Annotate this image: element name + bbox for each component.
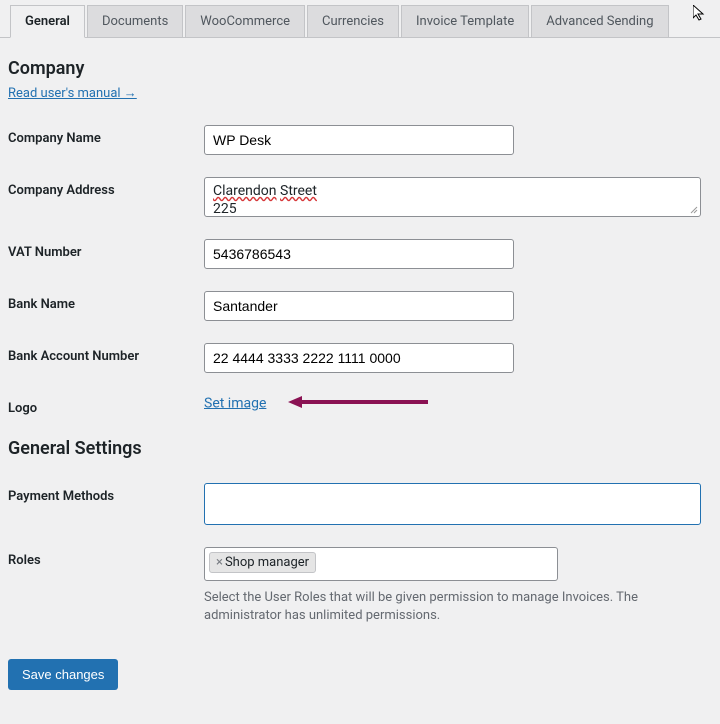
tab-invoice-template[interactable]: Invoice Template (401, 5, 529, 37)
role-tag: ×Shop manager (209, 552, 316, 573)
content-area: Company Read user's manual → Company Nam… (0, 38, 720, 698)
set-image-link[interactable]: Set image (204, 395, 266, 411)
textarea-company-address[interactable]: Clarendon Street 225 (204, 177, 701, 217)
label-vat-number: VAT Number (8, 239, 204, 260)
select-roles[interactable]: ×Shop manager (204, 547, 558, 581)
tab-woocommerce[interactable]: WooCommerce (185, 5, 305, 37)
input-vat-number[interactable] (204, 239, 514, 269)
arrow-annotation-icon (288, 395, 428, 413)
resize-handle-icon[interactable] (689, 205, 699, 215)
roles-description: Select the User Roles that will be given… (204, 589, 704, 625)
tab-advanced-sending[interactable]: Advanced Sending (531, 5, 668, 37)
label-logo: Logo (8, 395, 204, 416)
section-company-heading: Company (8, 58, 712, 79)
label-bank-account-number: Bank Account Number (8, 343, 204, 364)
tab-currencies[interactable]: Currencies (307, 5, 399, 37)
label-payment-methods: Payment Methods (8, 483, 204, 504)
select-payment-methods[interactable] (204, 483, 701, 525)
remove-role-icon[interactable]: × (216, 555, 223, 570)
tab-documents[interactable]: Documents (87, 5, 183, 37)
label-company-address: Company Address (8, 177, 204, 198)
input-bank-account-number[interactable] (204, 343, 514, 373)
tabs-nav: General Documents WooCommerce Currencies… (0, 0, 720, 38)
save-button[interactable]: Save changes (8, 659, 118, 690)
input-bank-name[interactable] (204, 291, 514, 321)
role-tag-label: Shop manager (225, 555, 309, 570)
label-bank-name: Bank Name (8, 291, 204, 312)
section-general-settings-heading: General Settings (8, 438, 712, 459)
label-roles: Roles (8, 547, 204, 568)
manual-link[interactable]: Read user's manual → (8, 85, 137, 101)
input-company-name[interactable] (204, 125, 514, 155)
label-company-name: Company Name (8, 125, 204, 146)
tab-general[interactable]: General (10, 5, 85, 38)
